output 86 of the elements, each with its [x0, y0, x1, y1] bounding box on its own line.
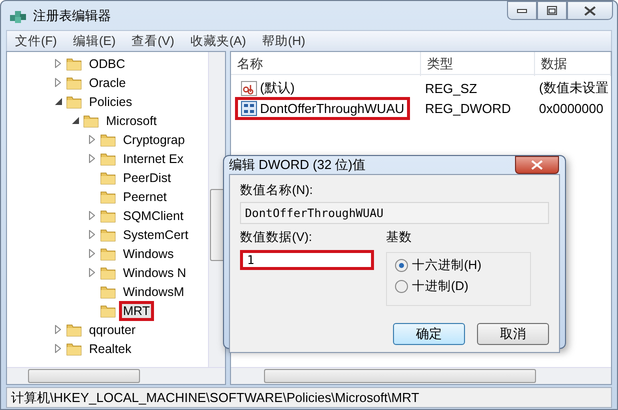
tree-item[interactable]: Cryptograp [119, 130, 189, 150]
tree-item[interactable]: Windows [119, 244, 178, 264]
tree-item[interactable]: Peernet [119, 186, 171, 206]
expand-arrow-icon[interactable] [89, 211, 95, 220]
tree-item[interactable]: qqrouter [85, 320, 140, 340]
value-type-cell-text: REG_SZ [424, 80, 478, 96]
folder-icon [66, 56, 82, 70]
folder-icon [100, 190, 116, 204]
tree-item[interactable]: Oracle [85, 72, 130, 92]
folder-icon [66, 342, 82, 356]
column-header[interactable]: 名称 [231, 52, 421, 76]
expand-arrow-icon[interactable] [89, 135, 95, 144]
value-name: DontOfferThroughWUAU [260, 101, 404, 116]
tree-item[interactable]: SystemCert [119, 224, 192, 244]
expand-arrow-icon[interactable] [89, 230, 95, 239]
folder-icon [100, 228, 116, 242]
menu-item[interactable]: 文件(F) [7, 32, 65, 50]
value-type-cell-text: REG_DWORD [424, 101, 512, 116]
binary-value-icon [241, 101, 257, 116]
expand-arrow-icon[interactable] [89, 249, 95, 258]
maximize-icon [547, 6, 557, 15]
expand-arrow-icon[interactable] [55, 325, 61, 334]
folder-icon [66, 322, 82, 336]
value-data-cell-text: (数值未设置 [538, 79, 610, 97]
expand-arrow-icon[interactable] [55, 344, 61, 353]
expand-arrow-icon[interactable] [55, 78, 61, 87]
folder-icon [100, 132, 116, 146]
folder-icon [100, 246, 116, 260]
base-radio[interactable]: 十六进制(H) [395, 257, 522, 274]
base-radio[interactable]: 十进制(D) [395, 278, 522, 295]
tree-item[interactable]: MRT [119, 300, 154, 320]
folder-icon [100, 284, 116, 298]
value-data-cell-text: 0x0000000 [538, 101, 604, 116]
value-name-field[interactable]: DontOfferThroughWUAU [240, 202, 549, 224]
radio-label: 十六进制(H) [412, 257, 482, 274]
horizontal-scrollbar[interactable] [7, 367, 225, 384]
close-icon [531, 160, 543, 170]
field-label: 数值名称(N): [240, 182, 314, 199]
value-name-cell[interactable]: DontOfferThroughWUAU [235, 97, 410, 120]
group-label: 基数 [386, 229, 413, 246]
tree-item[interactable]: Microsoft [102, 110, 161, 130]
value-name: (默认) [260, 79, 295, 97]
column-header[interactable]: 类型 [421, 52, 535, 76]
dialog-button[interactable]: 确定 [393, 323, 465, 345]
folder-icon [66, 94, 82, 108]
maximize-button[interactable] [537, 1, 567, 20]
tree-item[interactable]: Windows N [119, 262, 190, 282]
folder-icon [100, 208, 116, 222]
minimize-button[interactable] [507, 1, 537, 20]
expand-arrow-icon[interactable] [89, 268, 95, 277]
tree-item[interactable]: Realtek [85, 338, 136, 358]
tree-item[interactable]: SQMClient [119, 206, 188, 226]
expand-arrow-icon[interactable] [89, 154, 95, 163]
close-button[interactable] [515, 156, 559, 174]
folder-icon [66, 76, 82, 90]
folder-icon [100, 152, 116, 166]
tree-item[interactable]: WindowsM [119, 282, 188, 302]
collapse-arrow-icon[interactable] [54, 98, 62, 105]
status-path: 计算机\HKEY_LOCAL_MACHINE\SOFTWARE\Policies\Microsoft\MRT [11, 388, 420, 406]
column-header[interactable]: 数据 [535, 52, 611, 76]
field-label: 数值数据(V): [240, 229, 314, 246]
vertical-scrollbar[interactable] [208, 52, 225, 367]
text-value-icon [241, 80, 257, 96]
collapse-arrow-icon[interactable] [72, 117, 78, 124]
expand-arrow-icon[interactable] [55, 59, 61, 68]
window-title: 注册表编辑器 [33, 6, 112, 24]
horizontal-scrollbar[interactable] [231, 367, 611, 384]
tree-item[interactable]: PeerDist [119, 168, 175, 188]
menu-item[interactable]: 查看(V) [124, 32, 182, 50]
folder-icon [100, 304, 116, 318]
tree-item[interactable]: Policies [85, 92, 136, 112]
folder-icon [83, 114, 99, 128]
folder-icon [100, 266, 116, 280]
close-icon [584, 6, 596, 16]
dialog-title: 编辑 DWORD (32 位)值 [229, 156, 366, 174]
radio-label: 十进制(D) [412, 278, 468, 295]
tree-item[interactable]: ODBC [85, 54, 130, 74]
menu-item[interactable]: 编辑(E) [64, 32, 124, 50]
menu-item[interactable]: 收藏夹(A) [182, 32, 254, 50]
close-button[interactable] [567, 1, 613, 20]
tree-item[interactable]: Internet Ex [119, 148, 188, 168]
value-data-field[interactable]: 1 [240, 250, 374, 270]
folder-icon [100, 170, 116, 184]
minimize-icon [517, 8, 527, 12]
dialog-button[interactable]: 取消 [477, 323, 549, 345]
menu-item[interactable]: 帮助(H) [254, 32, 314, 50]
